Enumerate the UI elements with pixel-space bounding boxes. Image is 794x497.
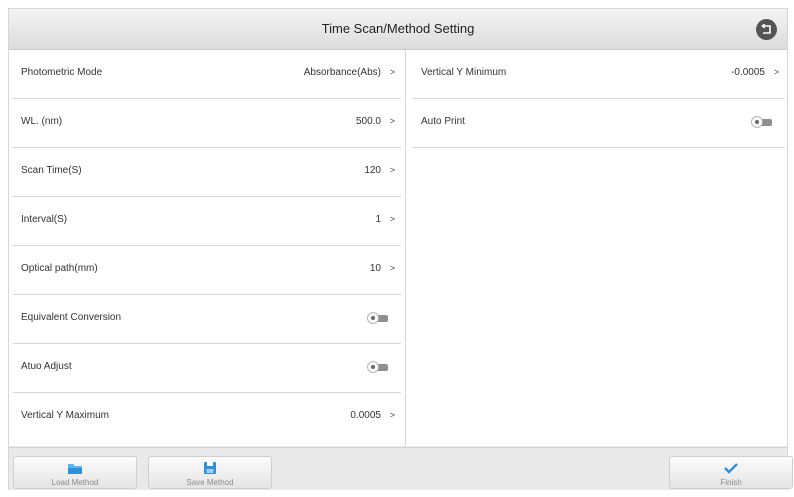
setting-optical-path[interactable]: Optical path(mm) 10 > bbox=[13, 246, 401, 295]
load-method-button[interactable]: Load Method bbox=[13, 456, 137, 489]
auto-adjust-toggle[interactable] bbox=[367, 361, 389, 373]
auto-print-toggle[interactable] bbox=[751, 116, 773, 128]
setting-interval[interactable]: Interval(S) 1 > bbox=[13, 197, 401, 246]
setting-label: Auto Print bbox=[421, 116, 465, 127]
setting-value: 0.0005 bbox=[350, 410, 381, 421]
window: Time Scan/Method Setting Photometric Mod… bbox=[8, 8, 793, 490]
chevron-right-icon: > bbox=[389, 263, 395, 273]
setting-label: Interval(S) bbox=[21, 214, 68, 225]
setting-scan-time[interactable]: Scan Time(S) 120 > bbox=[13, 148, 401, 197]
setting-label: Equivalent Conversion bbox=[21, 312, 122, 323]
finish-label: Finish bbox=[720, 478, 742, 487]
setting-value: 500.0 bbox=[355, 116, 381, 127]
setting-label: Vertical Y Minimum bbox=[421, 67, 507, 78]
toggle-knob bbox=[367, 361, 379, 373]
setting-auto-adjust: Atuo Adjust bbox=[13, 344, 401, 393]
setting-vertical-y-minimum[interactable]: Vertical Y Minimum -0.0005 > bbox=[413, 50, 785, 99]
setting-label: Vertical Y Maximum bbox=[21, 410, 109, 421]
setting-value: 120 bbox=[364, 165, 381, 176]
setting-value: 10 bbox=[369, 263, 381, 274]
back-icon bbox=[760, 24, 771, 34]
setting-wavelength[interactable]: WL. (nm) 500.0 > bbox=[13, 99, 401, 148]
chevron-right-icon: > bbox=[389, 214, 395, 224]
chevron-right-icon: > bbox=[389, 116, 395, 126]
setting-label: Optical path(mm) bbox=[21, 263, 98, 274]
toggle-knob bbox=[367, 312, 379, 324]
title-bar: Time Scan/Method Setting bbox=[9, 9, 787, 50]
equivalent-conversion-toggle[interactable] bbox=[367, 312, 389, 324]
save-method-label: Save Method bbox=[186, 478, 234, 487]
setting-value: Absorbance(Abs) bbox=[303, 67, 381, 78]
checkmark-icon bbox=[724, 463, 738, 474]
right-settings-column: Vertical Y Minimum -0.0005 > Auto Print bbox=[409, 50, 787, 148]
toggle-knob bbox=[751, 116, 763, 128]
setting-label: Scan Time(S) bbox=[21, 165, 82, 176]
back-button[interactable] bbox=[756, 19, 777, 40]
setting-value: -0.0005 bbox=[731, 67, 765, 78]
setting-auto-print: Auto Print bbox=[413, 99, 785, 148]
load-method-label: Load Method bbox=[51, 478, 99, 487]
setting-label: WL. (nm) bbox=[21, 116, 63, 127]
bottom-toolbar: Load Method Save Method Finish bbox=[9, 447, 793, 490]
setting-label: Atuo Adjust bbox=[21, 361, 72, 372]
finish-button[interactable]: Finish bbox=[669, 456, 793, 489]
setting-equivalent-conversion: Equivalent Conversion bbox=[13, 295, 401, 344]
setting-photometric-mode[interactable]: Photometric Mode Absorbance(Abs) > bbox=[13, 50, 401, 99]
folder-icon bbox=[68, 464, 82, 474]
column-divider bbox=[405, 50, 406, 446]
settings-panel: Photometric Mode Absorbance(Abs) > WL. (… bbox=[9, 50, 787, 446]
page-title: Time Scan/Method Setting bbox=[321, 21, 475, 36]
setting-vertical-y-maximum[interactable]: Vertical Y Maximum 0.0005 > bbox=[13, 393, 401, 441]
save-disk-icon bbox=[204, 462, 216, 474]
setting-value: 1 bbox=[375, 214, 381, 225]
chevron-right-icon: > bbox=[773, 67, 779, 77]
setting-label: Photometric Mode bbox=[21, 67, 103, 78]
chevron-right-icon: > bbox=[389, 67, 395, 77]
left-settings-column: Photometric Mode Absorbance(Abs) > WL. (… bbox=[9, 50, 403, 441]
chevron-right-icon: > bbox=[389, 165, 395, 175]
save-method-button[interactable]: Save Method bbox=[148, 456, 272, 489]
chevron-right-icon: > bbox=[389, 410, 395, 420]
